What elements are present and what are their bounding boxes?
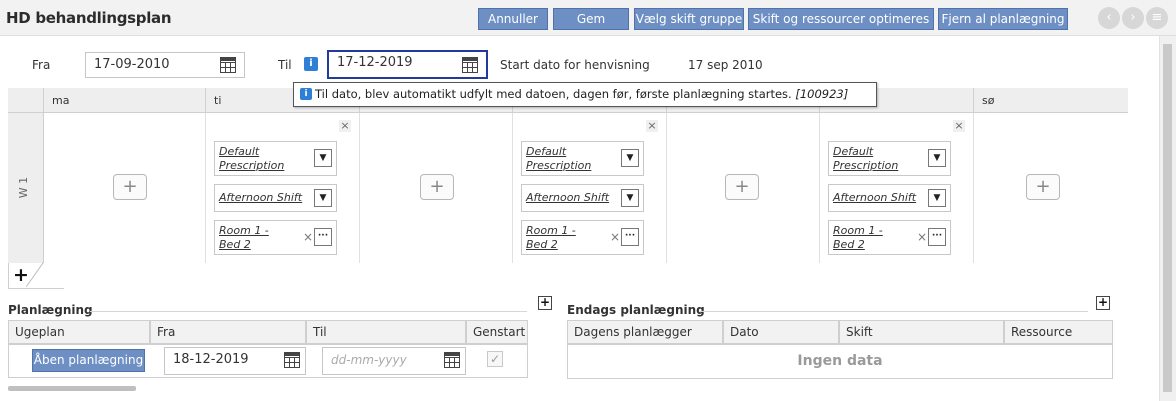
page-title: HD behandlingsplan [6, 9, 172, 27]
calendar-icon[interactable] [220, 57, 236, 73]
vertical-scroll-thumb[interactable] [1163, 44, 1172, 392]
no-data-message: Ingen data [797, 353, 883, 369]
week-row-header: W 1 [8, 113, 44, 263]
add-week-tab[interactable]: + [8, 263, 64, 289]
day-cell-monday: + [44, 113, 206, 263]
cancel-button[interactable]: Annuller [478, 8, 548, 30]
oneday-section-title: Endags planlægning [567, 303, 705, 317]
add-slot-button[interactable]: + [725, 174, 759, 200]
start-date-label: Start dato for henvisning [500, 58, 650, 72]
close-icon[interactable]: × [953, 120, 965, 132]
day-cell-tuesday: × Default Prescription ▼ Afternoon Shift… [206, 113, 360, 263]
prescription-box: Default Prescription ▼ [214, 141, 337, 176]
shift-link[interactable]: Afternoon Shift [526, 191, 609, 205]
save-button[interactable]: Gem [553, 8, 629, 30]
treatment-plan-window: HD behandlingsplan Annuller Gem Vælg ski… [0, 0, 1176, 401]
close-icon[interactable]: × [646, 120, 658, 132]
room-link[interactable]: Room 1 - Bed 2 [833, 224, 895, 252]
open-planning-button[interactable]: Åben planlægning [32, 349, 145, 372]
room-link[interactable]: Room 1 - Bed 2 [219, 224, 281, 252]
room-box: Room 1 - Bed 2 × ··· [521, 220, 644, 255]
day-cell-sunday: + [974, 113, 1128, 263]
menu-icon[interactable]: ≡ [1146, 7, 1168, 29]
from-label: Fra [32, 58, 51, 72]
calendar-icon[interactable] [444, 352, 460, 368]
prescription-link[interactable]: Default Prescription [219, 145, 309, 173]
choose-shift-group-button[interactable]: Vælg skift gruppe [634, 8, 744, 30]
from-date-value: 17-09-2010 [94, 57, 170, 72]
info-icon: i [300, 87, 312, 100]
tooltip-text: Til dato, blev automatikt udfylt med dat… [315, 87, 792, 101]
chevron-down-icon[interactable]: ▼ [621, 189, 639, 207]
day-header-sunday: sø [974, 88, 1128, 113]
col-resource: Ressource [1004, 320, 1113, 344]
add-planning-icon[interactable]: + [538, 296, 552, 310]
to-date-tooltip: i Til dato, blev automatikt udfylt med da… [293, 82, 877, 107]
day-cell-thursday: × Default Prescription ▼ Afternoon Shift… [513, 113, 667, 263]
shift-box: Afternoon Shift ▼ [214, 184, 337, 212]
calendar-icon[interactable] [284, 352, 300, 368]
planning-from-value: 18-12-2019 [173, 352, 249, 367]
week-row-label: W 1 [17, 176, 31, 199]
to-label: Til [278, 58, 292, 72]
chevron-down-icon[interactable]: ▼ [314, 149, 332, 167]
add-slot-button[interactable]: + [1026, 174, 1060, 200]
chevron-down-icon[interactable]: ▼ [621, 149, 639, 167]
header-bar: HD behandlingsplan Annuller Gem Vælg ski… [0, 0, 1176, 36]
remove-all-planning-button[interactable]: Fjern al planlægning [938, 8, 1068, 30]
room-box: Room 1 - Bed 2 × ··· [214, 220, 337, 255]
day-header-monday: ma [44, 88, 206, 113]
col-ugeplan: Ugeplan [8, 320, 150, 344]
prescription-link[interactable]: Default Prescription [833, 145, 923, 173]
add-slot-button[interactable]: + [420, 174, 454, 200]
calendar-icon[interactable] [462, 57, 478, 73]
day-cell-wednesday: + [360, 113, 513, 263]
close-icon[interactable]: × [339, 120, 351, 132]
clear-icon[interactable]: × [303, 230, 313, 244]
horizontal-scrollbar[interactable] [8, 386, 136, 391]
tooltip-code: [100923] [795, 87, 849, 101]
chevron-down-icon[interactable]: ▼ [928, 189, 946, 207]
col-to: Til [306, 320, 466, 344]
room-link[interactable]: Room 1 - Bed 2 [526, 224, 588, 252]
info-icon[interactable]: i [304, 57, 318, 71]
prescription-link[interactable]: Default Prescription [526, 145, 616, 173]
col-day-planner: Dagens planlægger [567, 320, 723, 344]
restart-checkbox[interactable]: ✓ [487, 351, 503, 367]
next-icon[interactable]: › [1122, 7, 1144, 29]
clear-icon[interactable]: × [917, 230, 927, 244]
col-from: Fra [150, 320, 306, 344]
section-divider [700, 311, 1088, 312]
col-shift: Skift [839, 320, 1004, 344]
chevron-down-icon[interactable]: ▼ [314, 189, 332, 207]
shift-link[interactable]: Afternoon Shift [833, 191, 916, 205]
planning-to-placeholder: dd-mm-yyyy [331, 353, 407, 367]
more-icon[interactable]: ··· [621, 228, 639, 246]
optimize-shifts-resources-button[interactable]: Skift og ressourcer optimeres [748, 8, 934, 30]
day-cell-friday: + [667, 113, 820, 263]
to-date-value: 17-12-2019 [337, 55, 413, 70]
col-restart: Genstart [466, 320, 528, 344]
more-icon[interactable]: ··· [928, 228, 946, 246]
col-date: Dato [723, 320, 839, 344]
shift-box: Afternoon Shift ▼ [828, 184, 951, 212]
start-date-value: 17 sep 2010 [688, 58, 763, 72]
chevron-down-icon[interactable]: ▼ [928, 149, 946, 167]
add-slot-button[interactable]: + [113, 174, 147, 200]
shift-box: Afternoon Shift ▼ [521, 184, 644, 212]
more-icon[interactable]: ··· [314, 228, 332, 246]
shift-link[interactable]: Afternoon Shift [219, 191, 302, 205]
prescription-box: Default Prescription ▼ [828, 141, 951, 176]
add-oneday-icon[interactable]: + [1096, 296, 1110, 310]
day-cell-saturday: × Default Prescription ▼ Afternoon Shift… [820, 113, 974, 263]
planning-section-title: Planlægning [8, 303, 93, 317]
room-box: Room 1 - Bed 2 × ··· [828, 220, 951, 255]
prescription-box: Default Prescription ▼ [521, 141, 644, 176]
prev-icon[interactable]: ‹ [1098, 7, 1120, 29]
grid-corner [8, 88, 44, 113]
clear-icon[interactable]: × [610, 230, 620, 244]
section-divider [90, 311, 527, 312]
